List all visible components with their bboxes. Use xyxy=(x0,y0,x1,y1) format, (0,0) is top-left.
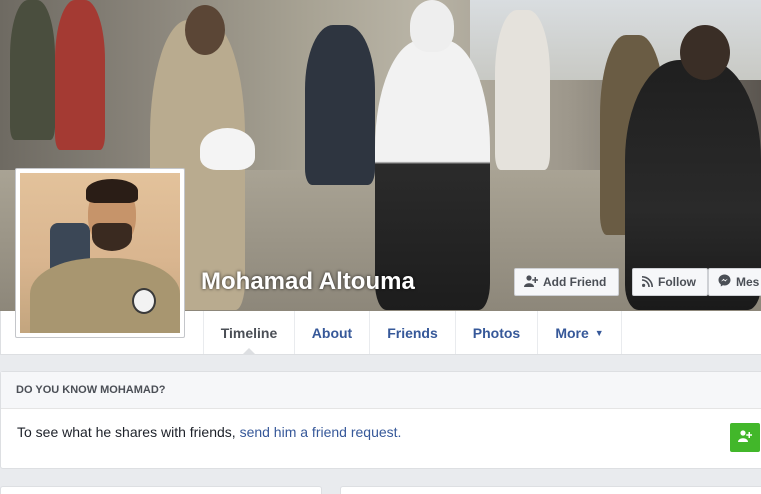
tab-friends[interactable]: Friends xyxy=(370,311,456,354)
cover-figure-head xyxy=(410,0,454,52)
cover-figure xyxy=(10,0,55,140)
add-friend-icon xyxy=(738,430,753,445)
add-friend-button[interactable]: Add Friend xyxy=(514,268,619,296)
friend-request-link[interactable]: send him a friend request. xyxy=(240,424,402,440)
cover-figure xyxy=(55,0,105,150)
message-button[interactable]: Mes xyxy=(708,268,761,296)
cover-figure-head xyxy=(185,5,225,55)
avatar-hair xyxy=(86,179,138,203)
follow-label: Follow xyxy=(658,275,696,289)
add-friend-label: Add Friend xyxy=(543,275,607,289)
add-friend-green-button[interactable] xyxy=(730,423,760,452)
caret-down-icon: ▼ xyxy=(594,327,604,338)
tab-timeline[interactable]: Timeline xyxy=(203,311,295,354)
tab-more[interactable]: More ▼ xyxy=(538,311,622,354)
tab-photos[interactable]: Photos xyxy=(456,311,538,354)
know-card-body: To see what he shares with friends, send… xyxy=(1,409,761,440)
follow-button[interactable]: Follow xyxy=(632,268,708,296)
messenger-icon xyxy=(718,274,731,290)
add-friend-icon xyxy=(524,274,539,290)
avatar-badge xyxy=(132,288,156,314)
avatar-shirt xyxy=(30,258,180,333)
cover-figure xyxy=(305,25,375,185)
know-card: DO YOU KNOW MOHAMAD? To see what he shar… xyxy=(0,371,761,469)
timeline-card xyxy=(340,486,761,494)
intro-card xyxy=(0,486,322,494)
avatar xyxy=(20,173,180,333)
helmet xyxy=(200,128,255,170)
profile-name[interactable]: Mohamad Altouma xyxy=(201,268,415,296)
cover-figure-head xyxy=(680,25,730,80)
rss-follow-icon xyxy=(641,275,653,290)
know-card-text: To see what he shares with friends, xyxy=(17,424,240,440)
message-label: Mes xyxy=(736,275,760,289)
cover-figure xyxy=(495,10,550,170)
know-card-title: DO YOU KNOW MOHAMAD? xyxy=(1,372,761,409)
avatar-beard xyxy=(92,223,132,251)
tab-more-label: More xyxy=(555,324,589,341)
profile-picture[interactable] xyxy=(15,168,185,338)
tab-about[interactable]: About xyxy=(295,311,370,354)
